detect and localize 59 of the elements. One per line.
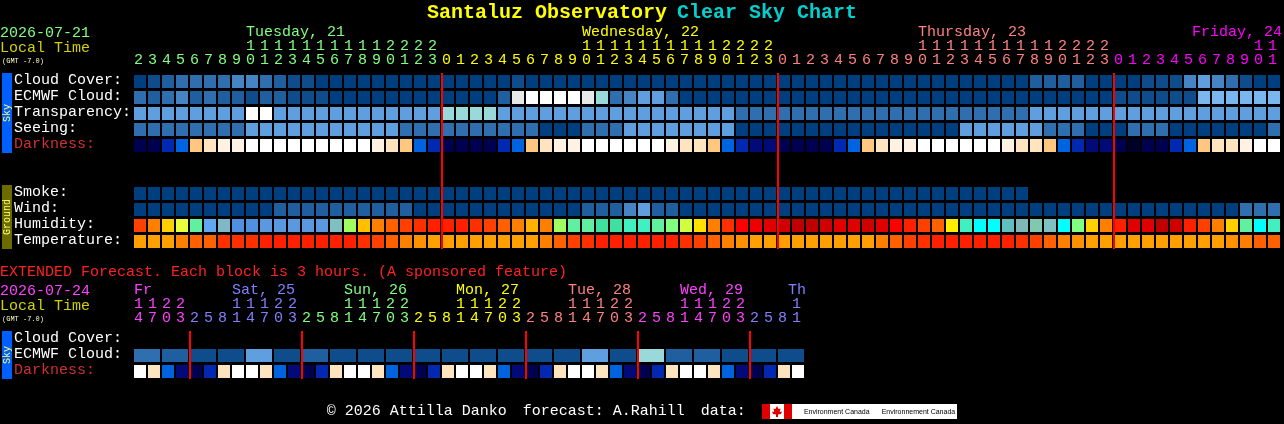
hour-units: 25814703: [414, 312, 526, 326]
hour-units: 25814703: [190, 312, 302, 326]
hour-units: 012345678901234567890123: [442, 54, 779, 68]
hour-tens: 11111111112222: [582, 40, 779, 54]
local-time-label: Local Time: [0, 299, 91, 314]
day-label: Wed, 29: [680, 284, 743, 298]
day-label: Tue, 28: [568, 284, 631, 298]
hour-units: 2581: [750, 312, 806, 326]
hour-units: 25814703: [638, 312, 750, 326]
hour-units: 012345678901: [1114, 54, 1283, 68]
hour-units: 4703: [134, 312, 190, 326]
day-label: Wednesday, 22: [582, 26, 700, 40]
row-label: Transparency:: [14, 105, 133, 121]
row-label: Wind:: [14, 201, 60, 217]
forecast-date: 2026-07-21: [0, 26, 91, 41]
hour-tens: 11122: [456, 298, 526, 312]
hour-units: 25814703: [526, 312, 638, 326]
extended-heading: EXTENDED Forecast. Each block is 3 hours. (A sponsored feature): [0, 264, 569, 282]
section-badge: Ground: [2, 185, 12, 249]
day-label: Fr: [134, 284, 152, 298]
day-label: Thursday, 23: [918, 26, 1027, 40]
row-label: Cloud Cover:: [14, 73, 124, 89]
hour-tens: 11122: [232, 298, 302, 312]
hour-tens: 11122: [344, 298, 414, 312]
row-label: Smoke:: [14, 185, 69, 201]
row-label: Cloud Cover:: [14, 331, 124, 347]
hour-tens: 11111111112222: [918, 40, 1115, 54]
hour-units: 2345678901234567890123: [134, 54, 443, 68]
hour-tens: 11122: [680, 298, 750, 312]
copyright-text: © 2026 Attilla Danko: [326, 403, 507, 420]
row-label: Seeing:: [14, 121, 78, 137]
forecast-credit: forecast: A.Rahill: [522, 403, 685, 420]
day-label: Sat, 25: [232, 284, 295, 298]
day-label: Friday, 24: [1192, 26, 1282, 40]
hour-tens: 1122: [134, 298, 190, 312]
forecast-date: 2026-07-24: [0, 284, 91, 299]
hour-tens: 11111111112222: [246, 40, 443, 54]
hour-units: 012345678901234567890123: [778, 54, 1115, 68]
chart-title: Clear Sky Chart: [677, 0, 858, 24]
hour-tens: 1: [792, 298, 806, 312]
row-label: Darkness:: [14, 137, 96, 153]
hour-tens: 11: [1254, 40, 1282, 54]
day-label: Th: [788, 284, 806, 298]
row-label: Humidity:: [14, 217, 96, 233]
row-label: ECMWF Cloud:: [14, 89, 124, 105]
local-time-label: Local Time: [0, 41, 91, 56]
section-badge: Sky: [2, 73, 12, 153]
flag-icon: [761, 404, 792, 419]
data-credit: data:: [700, 403, 746, 420]
day-label: Sun, 26: [344, 284, 407, 298]
site-title: Santaluz Observatory: [426, 0, 667, 24]
day-label: Mon, 27: [456, 284, 519, 298]
hour-tens: 11122: [568, 298, 638, 312]
section-badge: Sky: [2, 331, 12, 379]
day-label: Tuesday, 21: [246, 26, 346, 40]
row-label: Darkness:: [14, 363, 96, 379]
row-label: ECMWF Cloud:: [14, 347, 124, 363]
hour-units: 25814703: [302, 312, 414, 326]
row-label: Temperature:: [14, 233, 124, 249]
